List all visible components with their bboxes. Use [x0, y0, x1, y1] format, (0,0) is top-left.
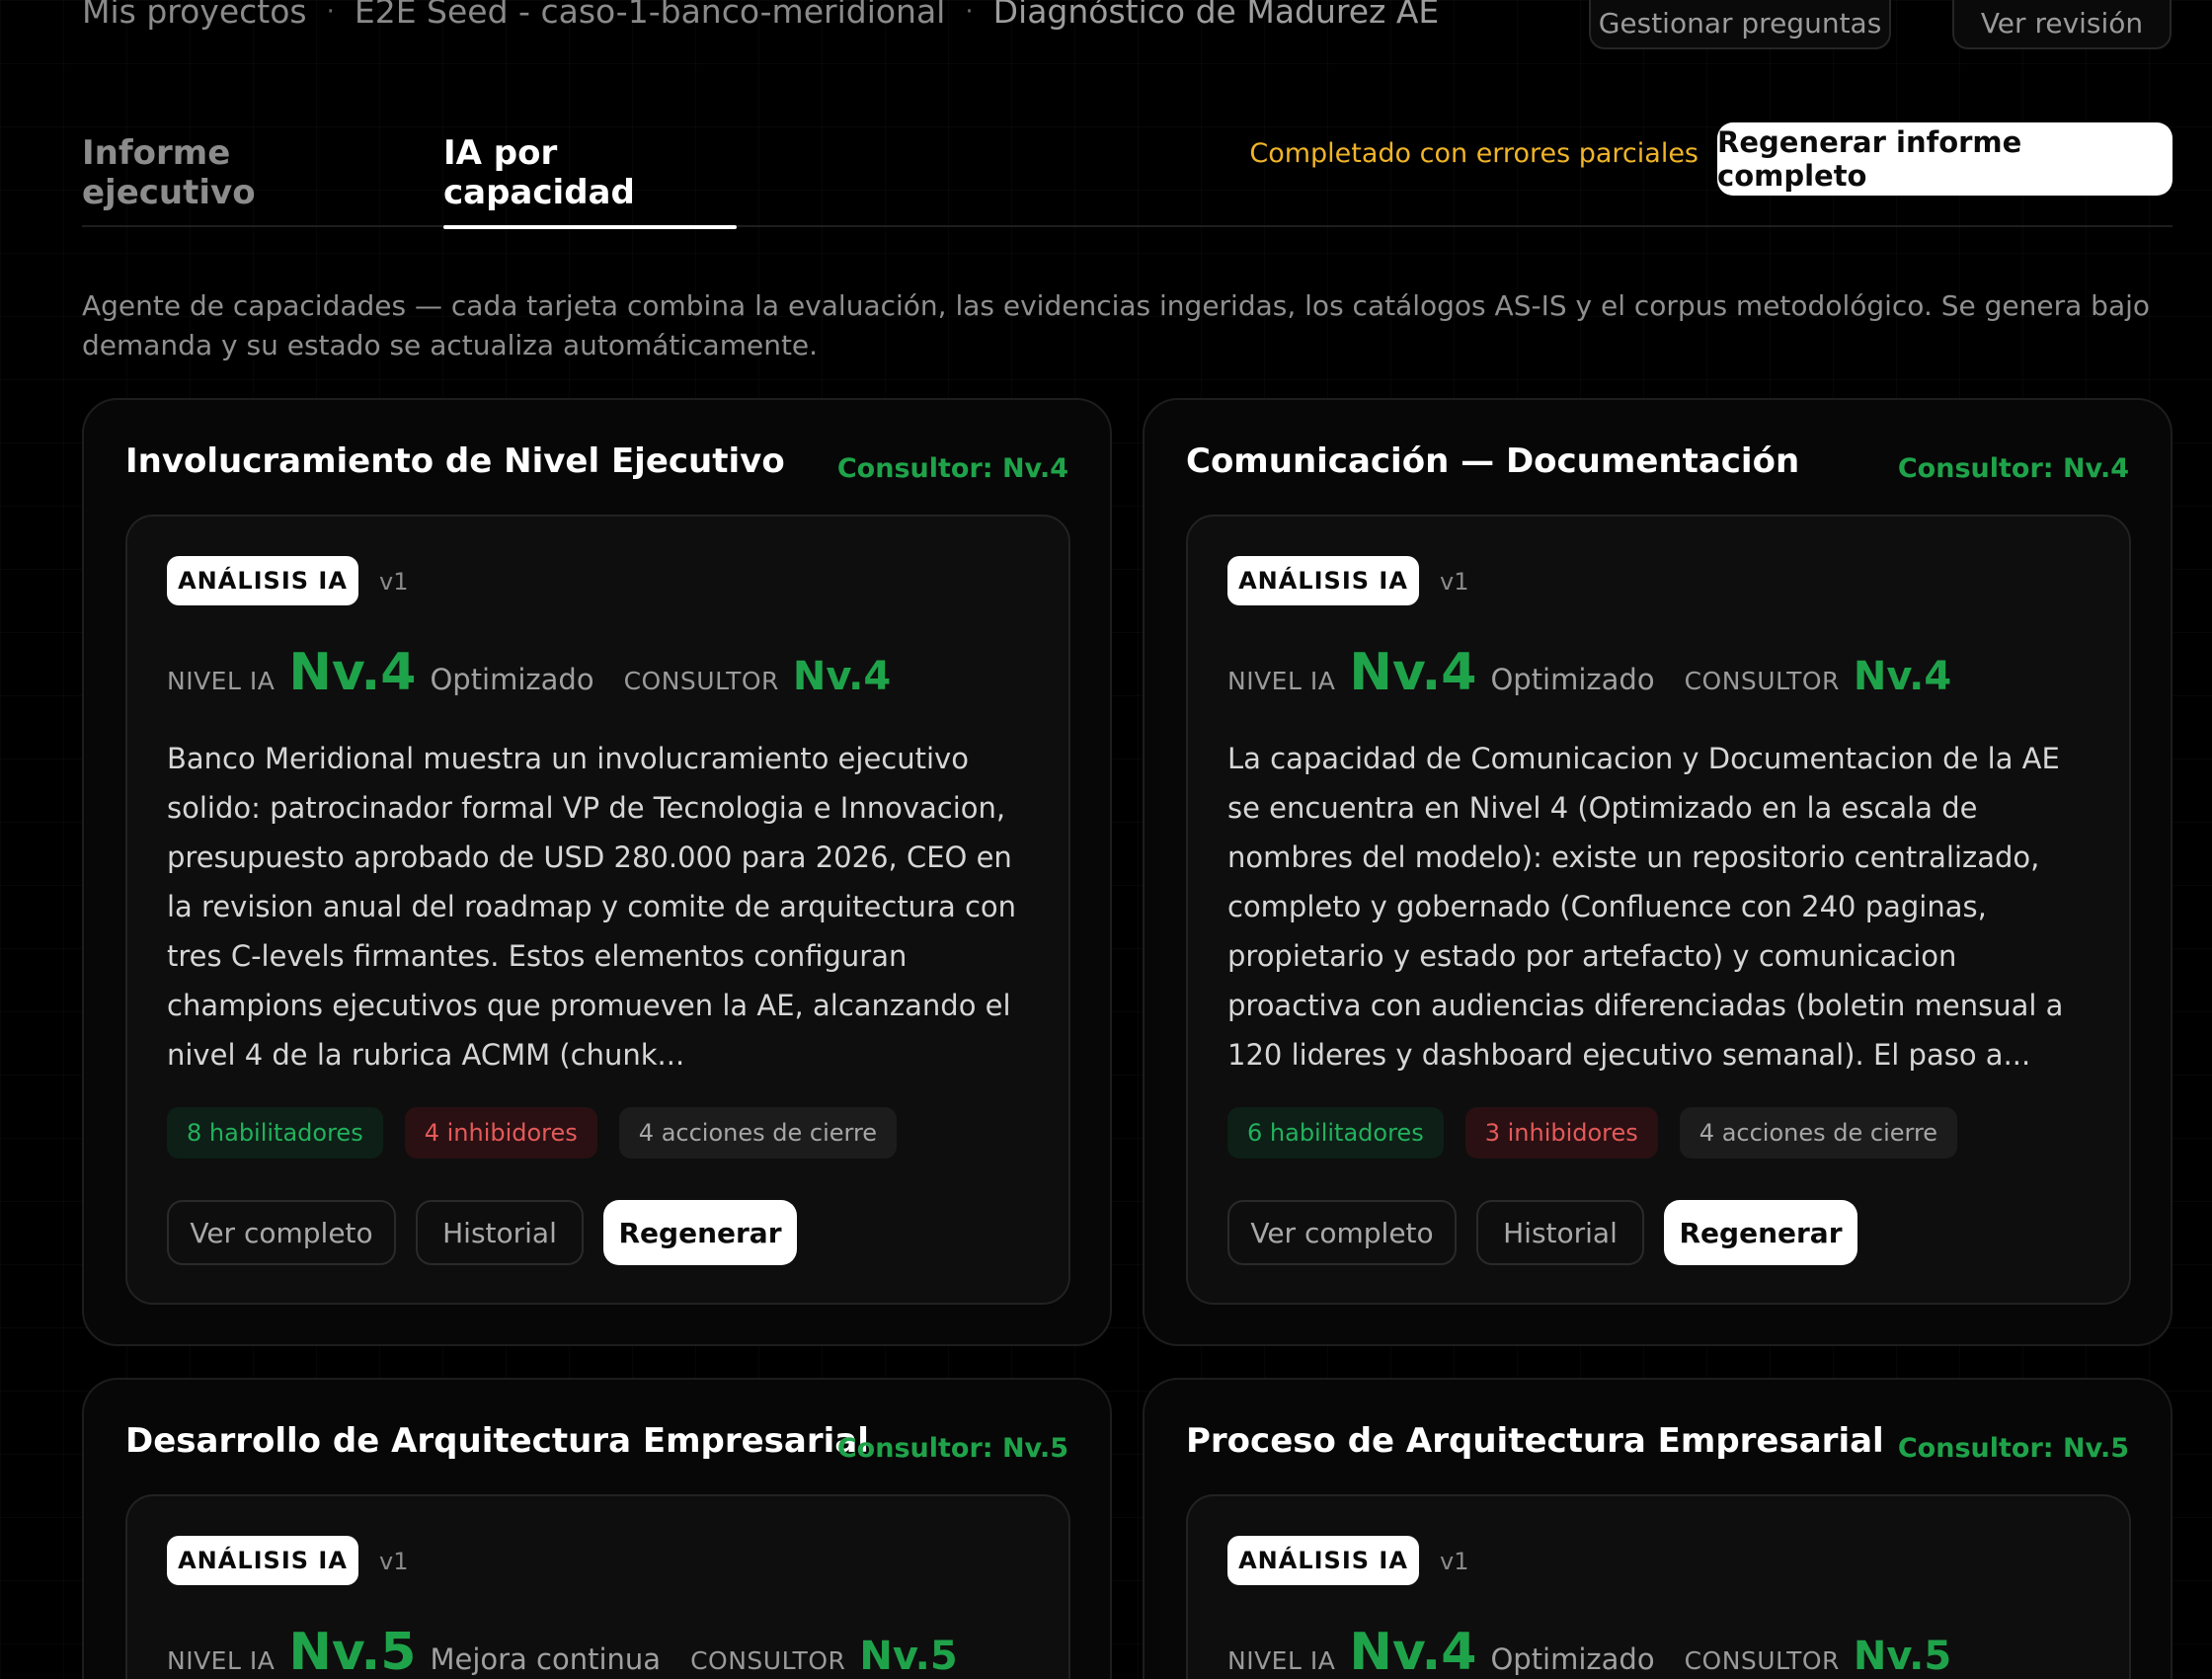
- finding-chips: 6 habilitadores 3 inhibidores 4 acciones…: [1227, 1107, 1958, 1159]
- consultant-level-value: Nv.5: [1853, 1634, 1952, 1679]
- tab-ai-by-capability[interactable]: IA por capacidad: [443, 119, 737, 229]
- finding-chips: 8 habilitadores 4 inhibidores 4 acciones…: [167, 1107, 898, 1159]
- version-label: v1: [1440, 568, 1469, 596]
- ai-level-label: NIVEL IA: [167, 667, 276, 695]
- ai-level-label: NIVEL IA: [1227, 667, 1336, 695]
- version-label: v1: [379, 1548, 409, 1575]
- level-row: NIVEL IA Nv.5 Mejora continua CONSULTOR …: [167, 1623, 958, 1679]
- regenerate-button[interactable]: Regenerar: [1664, 1200, 1857, 1265]
- analysis-summary: Banco Meridional muestra un involucramie…: [167, 742, 1017, 1072]
- ai-analysis-badge: ANÁLISIS IA: [1227, 556, 1419, 605]
- consultant-level-badge: Consultor: Nv.5: [836, 1433, 1068, 1464]
- consultant-level-badge: Consultor: Nv.5: [1897, 1433, 2129, 1464]
- closing-actions-chip[interactable]: 4 acciones de cierre: [1679, 1107, 1958, 1159]
- capability-card: Involucramiento de Nivel Ejecutivo Consu…: [82, 398, 1112, 1346]
- level-row: NIVEL IA Nv.4 Optimizado CONSULTOR Nv.4: [1227, 643, 1951, 702]
- consultant-label: CONSULTOR: [690, 1646, 846, 1675]
- regenerate-full-report-button[interactable]: Regenerar informe completo: [1717, 122, 2172, 196]
- consultant-level-value: Nv.4: [1853, 654, 1952, 699]
- page-description: Agente de capacidades — cada tarjeta com…: [82, 289, 2151, 361]
- history-button[interactable]: Historial: [1476, 1200, 1644, 1265]
- consultant-label: CONSULTOR: [623, 667, 779, 695]
- enablers-chip[interactable]: 8 habilitadores: [167, 1107, 383, 1159]
- consultant-level-value: Nv.5: [859, 1634, 958, 1679]
- version-label: v1: [1440, 1548, 1469, 1575]
- view-full-button[interactable]: Ver completo: [167, 1200, 396, 1265]
- ai-level-value: Nv.4: [1349, 643, 1477, 702]
- ai-analysis-badge: ANÁLISIS IA: [167, 556, 358, 605]
- inhibitors-chip[interactable]: 3 inhibidores: [1464, 1107, 1658, 1159]
- capability-title: Comunicación — Documentación: [1186, 441, 1800, 481]
- consultant-level-value: Nv.4: [792, 654, 892, 699]
- consultant-label: CONSULTOR: [1684, 1646, 1840, 1675]
- ai-level-name: Optimizado: [1490, 663, 1655, 696]
- ai-level-label: NIVEL IA: [1227, 1646, 1336, 1675]
- card-actions: Ver completo Historial Regenerar: [167, 1200, 797, 1265]
- view-review-button[interactable]: Ver revisión: [1952, 0, 2172, 49]
- breadcrumb: Mis proyectos · E2E Seed - caso-1-banco-…: [82, 0, 1439, 31]
- report-status-text: Completado con errores parciales: [1249, 138, 1698, 169]
- card-actions: Ver completo Historial Regenerar: [1227, 1200, 1857, 1265]
- ai-level-name: Optimizado: [430, 663, 594, 696]
- breadcrumb-item-current: Diagnóstico de Madurez AE: [992, 0, 1440, 31]
- consultant-level-badge: Consultor: Nv.4: [1897, 453, 2129, 484]
- ai-analysis-panel: ANÁLISIS IA v1 NIVEL IA Nv.5 Mejora cont…: [125, 1494, 1070, 1679]
- tab-executive-report[interactable]: Informe ejecutivo: [82, 119, 378, 227]
- breadcrumb-item-projects[interactable]: Mis proyectos: [82, 0, 307, 31]
- capability-title: Desarrollo de Arquitectura Empresarial: [125, 1421, 869, 1461]
- level-row: NIVEL IA Nv.4 Optimizado CONSULTOR Nv.4: [167, 643, 891, 702]
- ai-level-value: Nv.4: [1349, 1623, 1477, 1679]
- ai-analysis-panel: ANÁLISIS IA v1 NIVEL IA Nv.4 Optimizado …: [125, 515, 1070, 1305]
- manage-questions-button[interactable]: Gestionar preguntas: [1589, 0, 1891, 49]
- ai-analysis-badge: ANÁLISIS IA: [167, 1536, 358, 1585]
- ai-analysis-panel: ANÁLISIS IA v1 NIVEL IA Nv.4 Optimizado …: [1186, 1494, 2131, 1679]
- ai-level-label: NIVEL IA: [167, 1646, 276, 1675]
- regenerate-button[interactable]: Regenerar: [603, 1200, 797, 1265]
- ai-level-name: Optimizado: [1490, 1642, 1655, 1676]
- version-label: v1: [379, 568, 409, 596]
- history-button[interactable]: Historial: [416, 1200, 584, 1265]
- view-full-button[interactable]: Ver completo: [1227, 1200, 1457, 1265]
- capability-card: Comunicación — Documentación Consultor: …: [1143, 398, 2172, 1346]
- capability-title: Involucramiento de Nivel Ejecutivo: [125, 441, 785, 481]
- breadcrumb-item-project[interactable]: E2E Seed - caso-1-banco-meridional: [355, 0, 945, 31]
- ai-analysis-panel: ANÁLISIS IA v1 NIVEL IA Nv.4 Optimizado …: [1186, 515, 2131, 1305]
- inhibitors-chip[interactable]: 4 inhibidores: [404, 1107, 597, 1159]
- consultant-level-badge: Consultor: Nv.4: [836, 453, 1068, 484]
- breadcrumb-separator: ·: [965, 0, 974, 27]
- ai-level-value: Nv.5: [288, 1623, 417, 1679]
- capability-card: Proceso de Arquitectura Empresarial Cons…: [1143, 1378, 2172, 1679]
- enablers-chip[interactable]: 6 habilitadores: [1227, 1107, 1444, 1159]
- closing-actions-chip[interactable]: 4 acciones de cierre: [618, 1107, 898, 1159]
- capability-card: Desarrollo de Arquitectura Empresarial C…: [82, 1378, 1112, 1679]
- capability-title: Proceso de Arquitectura Empresarial: [1186, 1421, 1884, 1461]
- analysis-summary: La capacidad de Comunicacion y Documenta…: [1227, 742, 2064, 1072]
- ai-level-name: Mejora continua: [430, 1642, 662, 1676]
- consultant-label: CONSULTOR: [1684, 667, 1840, 695]
- ai-level-value: Nv.4: [288, 643, 417, 702]
- breadcrumb-separator: ·: [326, 0, 335, 27]
- ai-analysis-badge: ANÁLISIS IA: [1227, 1536, 1419, 1585]
- level-row: NIVEL IA Nv.4 Optimizado CONSULTOR Nv.5: [1227, 1623, 1951, 1679]
